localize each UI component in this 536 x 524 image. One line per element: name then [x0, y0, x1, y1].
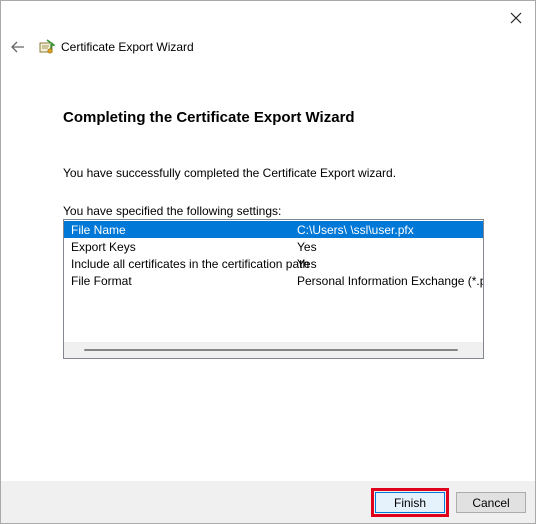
horizontal-scrollbar[interactable]	[64, 342, 483, 358]
setting-name: Include all certificates in the certific…	[71, 256, 310, 271]
setting-name: File Format	[71, 273, 132, 288]
success-message: You have successfully completed the Cert…	[63, 166, 397, 180]
page-heading: Completing the Certificate Export Wizard	[63, 109, 355, 126]
setting-name: Export Keys	[71, 239, 136, 254]
wizard-header: Certificate Export Wizard	[9, 35, 194, 59]
close-button[interactable]	[505, 7, 527, 29]
back-button[interactable]	[9, 38, 27, 56]
finish-button[interactable]: Finish	[371, 488, 449, 517]
list-item[interactable]: File Name C:\Users\ \ssl\user.pfx	[64, 221, 483, 238]
list-item[interactable]: Include all certificates in the certific…	[64, 255, 483, 272]
certificate-export-wizard-window: Certificate Export Wizard Completing the…	[0, 0, 536, 524]
setting-name: File Name	[71, 222, 126, 237]
setting-value: Yes	[297, 256, 317, 271]
wizard-title: Certificate Export Wizard	[61, 40, 194, 54]
back-arrow-icon	[11, 41, 24, 53]
settings-list[interactable]: File Name C:\Users\ \ssl\user.pfx Export…	[63, 219, 484, 359]
cancel-button[interactable]: Cancel	[456, 492, 526, 513]
list-item[interactable]: Export Keys Yes	[64, 238, 483, 255]
setting-value: Yes	[297, 239, 317, 254]
button-bar: Finish Cancel	[1, 481, 535, 523]
setting-value: Personal Information Exchange (*.pfx)	[297, 273, 484, 288]
close-icon	[510, 12, 522, 24]
setting-value: C:\Users\ \ssl\user.pfx	[297, 222, 414, 237]
settings-label: You have specified the following setting…	[63, 204, 282, 218]
scrollbar-thumb[interactable]	[84, 349, 458, 351]
list-item[interactable]: File Format Personal Information Exchang…	[64, 272, 483, 289]
certificate-icon	[39, 39, 55, 55]
